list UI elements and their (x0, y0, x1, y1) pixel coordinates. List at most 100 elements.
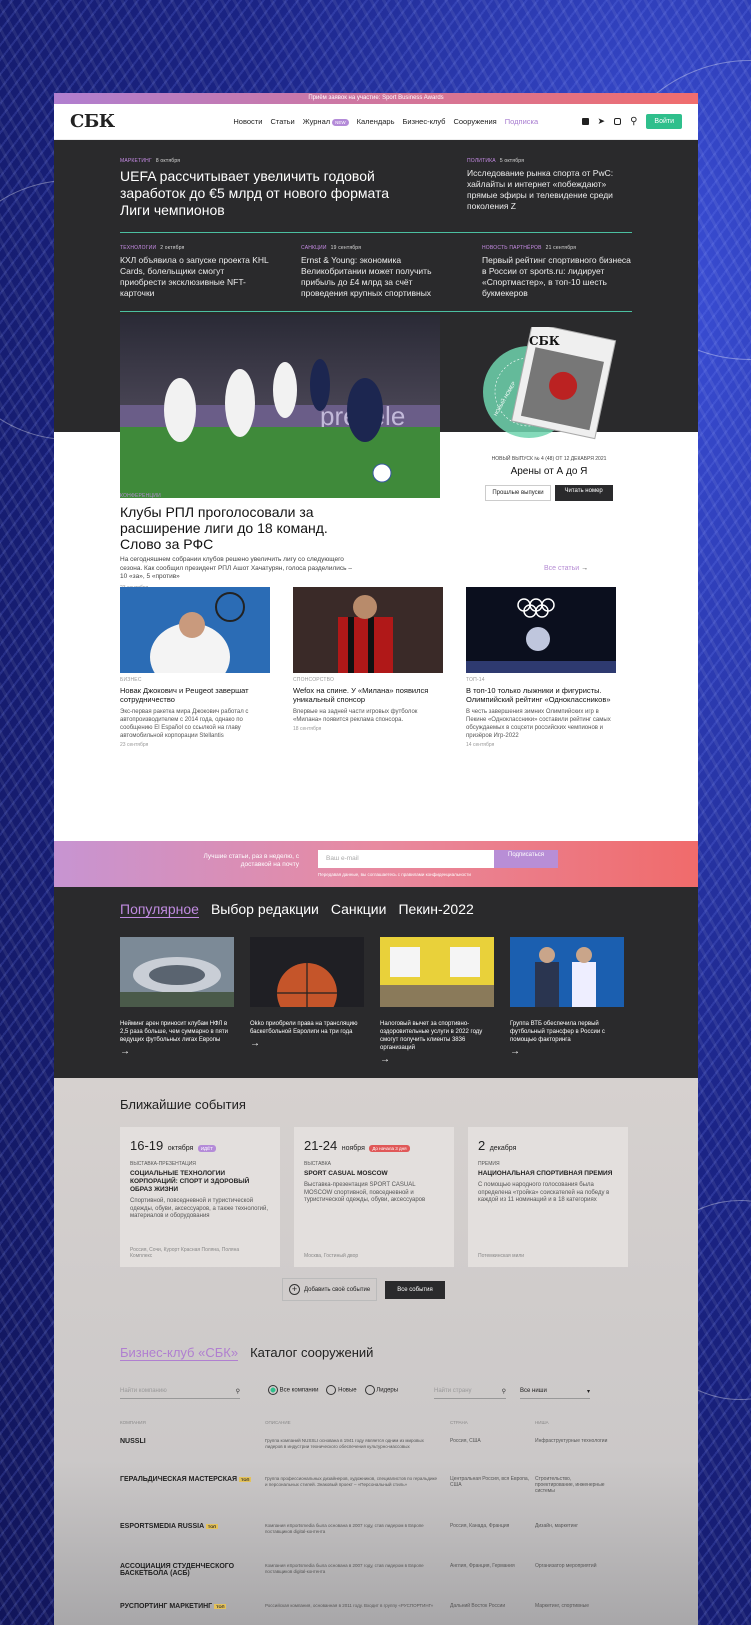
nav-facilities[interactable]: Сооружения (453, 117, 496, 126)
chevron-down-icon: ▾ (586, 1389, 590, 1395)
article-date: 18 сентября (293, 726, 322, 732)
popular-item[interactable]: Okko приобрели права на трансляцию баске… (250, 937, 364, 1049)
arrow-right-icon: → (510, 1046, 520, 1057)
popular-item[interactable]: Группа ВТБ обеспечила первый футбольный … (510, 937, 624, 1057)
table-row[interactable]: ESPORTSMEDIA RUSSIA ТОП Компания eSports… (120, 1523, 610, 1535)
event-month: октября (167, 1145, 194, 1152)
article-date: 23 сентября (120, 742, 149, 748)
table-row[interactable]: РУСПОРТИНГ МАРКЕТИНГ ТОП Российская комп… (120, 1603, 610, 1610)
col-niche: Ниша (535, 1420, 549, 1425)
article-date: 14 сентября (466, 742, 495, 748)
event-days: 21-24 (304, 1138, 338, 1153)
company-desc: Группа компаний NUSSLI основана в 1941 г… (265, 1438, 424, 1449)
nav-calendar[interactable]: Календарь (357, 117, 395, 126)
event-card[interactable]: 16-19 октября ИДЁТ Выставка-презентация … (120, 1127, 280, 1267)
newsletter-bar: Лучшие статьи, раз в неделю, с доставкой… (54, 841, 698, 887)
magazine-cover[interactable]: СБК НОВЫЙ НОМЕР (479, 322, 619, 445)
tab-editors-choice[interactable]: Выбор редакции (211, 901, 319, 918)
top-news-side[interactable]: Политика 5 октября Исследование рынка спо… (467, 158, 632, 219)
tab-sanctions[interactable]: Санкции (331, 901, 387, 918)
company-niche: Строительство, проектирование, инженерны… (535, 1476, 605, 1494)
login-button[interactable]: Войти (646, 114, 682, 129)
niche-select-value: Все ниши (520, 1388, 547, 1394)
nav-subscription[interactable]: Подписка (505, 117, 538, 126)
table-row[interactable]: АССОЦИАЦИЯ СТУДЕНЧЕСКОГО БАСКЕТБОЛА (АСБ… (120, 1563, 610, 1577)
arrow-right-icon: → (250, 1038, 260, 1049)
event-name: НАЦИОНАЛЬНАЯ СПОРТИВНАЯ ПРЕМИЯ (478, 1170, 613, 1177)
vtb-photo (510, 937, 624, 1007)
subscribe-button[interactable]: Подписаться (494, 850, 558, 868)
top-badge: ТОП (205, 1524, 219, 1529)
popular-title: Налоговый вычет за спортивно-оздоровител… (380, 1021, 483, 1051)
country-search-input[interactable]: Найти страну ⚲ (434, 1383, 506, 1399)
issue-title: Арены от А до Я (510, 466, 588, 477)
event-place: Россия, Сочи, Курорт Красная Поляна, Пол… (130, 1247, 240, 1259)
nav-journal[interactable]: Журнал NEW (303, 117, 349, 126)
company-name: ГЕРАЛЬДИЧЕСКАЯ МАСТЕРСКАЯ (120, 1476, 238, 1483)
promo-bar[interactable]: Приём заявок на участие: Sport Business … (54, 93, 698, 104)
filter-all[interactable]: Все компании (268, 1385, 318, 1395)
headline: UEFA рассчитывает увеличить годовой зара… (120, 168, 390, 218)
company-country: Россия, Канада, Франция (450, 1523, 510, 1529)
past-issues-button[interactable]: Прошлые выпуски (485, 485, 551, 501)
all-events-button[interactable]: Все события (385, 1280, 445, 1299)
company-niche: Маркетинг, спортивные (535, 1603, 590, 1609)
company-desc: Компания eSportsmedia была основана в 20… (265, 1523, 424, 1534)
niche-select[interactable]: Все ниши ▾ (520, 1383, 590, 1399)
arrow-right-icon: → (380, 1054, 390, 1065)
company-search-input[interactable]: Найти компанию ⚲ (120, 1383, 240, 1399)
facebook-icon[interactable] (581, 118, 589, 125)
hero-text[interactable]: Конференции Клубы РПЛ проголосовали за р… (120, 493, 360, 591)
site-header: СБК Новости Статьи Журнал NEW Календарь Б… (54, 104, 698, 140)
article-card[interactable]: Спонсорство Wefox на спине. У «Милана» п… (293, 587, 443, 748)
email-input[interactable]: Ваш e-mail (318, 850, 494, 868)
nav-articles[interactable]: Статьи (270, 117, 294, 126)
company-country: Дальний Восток России (450, 1603, 506, 1609)
events-section: Ближайшие события 16-19 октября ИДЁТ Выс… (54, 1078, 698, 1625)
event-status-badge: До начала 3 дня (369, 1145, 410, 1152)
article-title: Новак Джокович и Peugeot завершат сотруд… (120, 686, 249, 704)
article-card[interactable]: Топ-14 В топ-10 только лыжники и фигурис… (466, 587, 616, 748)
all-articles-link[interactable]: Все статьи → (544, 565, 588, 572)
tab-popular[interactable]: Популярное (120, 901, 199, 918)
read-issue-button[interactable]: Читать номер (554, 485, 613, 501)
tab-beijing-2022[interactable]: Пекин-2022 (398, 901, 473, 918)
popular-item[interactable]: Нейминг арен приносит клубам НФЛ в 2,5 р… (120, 937, 234, 1057)
add-event-button[interactable]: + Добавить своё событие (282, 1278, 378, 1301)
date-label: 21 сентября (545, 245, 577, 251)
site-logo[interactable]: СБК (70, 111, 190, 132)
event-card[interactable]: 21-24 ноября До начала 3 дня Выставка SP… (294, 1127, 454, 1267)
instagram-icon[interactable] (614, 118, 622, 125)
site-page: Приём заявок на участие: Sport Business … (54, 93, 698, 1625)
event-desc: С помощью народного голосования была опр… (478, 1182, 610, 1203)
table-row[interactable]: NUSSLI Группа компаний NUSSLI основана в… (120, 1438, 610, 1450)
news-item[interactable]: Новость партнёров 21 сентября Первый рейт… (482, 245, 632, 299)
tab-facilities-catalog[interactable]: Каталог сооружений (250, 1345, 373, 1361)
search-icon: ⚲ (235, 1389, 240, 1395)
nav-news[interactable]: Новости (233, 117, 262, 126)
basketball-photo (250, 937, 364, 1023)
headline: Ernst & Young: экономика Великобритании … (301, 255, 432, 298)
tab-business-club[interactable]: Бизнес-клуб «СБК» (120, 1345, 239, 1361)
nav-business-club[interactable]: Бизнес-клуб (402, 117, 445, 126)
article-tag: Топ-14 (466, 677, 485, 683)
top-news-lead[interactable]: Маркетинг 8 октября UEFA рассчитывает уве… (120, 158, 420, 219)
filter-leaders[interactable]: Лидеры (364, 1385, 398, 1395)
table-row[interactable]: ГЕРАЛЬДИЧЕСКАЯ МАСТЕРСКАЯ ТОП Группа про… (120, 1476, 610, 1494)
search-icon[interactable]: ⚲ (630, 116, 637, 127)
article-card[interactable]: Бизнес Новак Джокович и Peugeot завершат… (120, 587, 270, 748)
headline: Исследование рынка спорта от PwC: хайлай… (467, 168, 614, 211)
event-type: Выставка-презентация (130, 1161, 196, 1167)
news-item[interactable]: Санкции 19 сентября Ernst & Young: эконом… (301, 245, 451, 299)
popular-item[interactable]: Налоговый вычет за спортивно-оздоровител… (380, 937, 494, 1065)
new-badge: NEW (332, 118, 349, 126)
event-card[interactable]: 2 декабря Премия НАЦИОНАЛЬНАЯ СПОРТИВНАЯ… (468, 1127, 628, 1267)
telegram-icon[interactable]: ➤ (598, 116, 606, 127)
hero-image[interactable]: precele (120, 315, 440, 498)
filter-new[interactable]: Новые (326, 1385, 357, 1395)
company-country: Центральная Россия, вся Европа, США (450, 1476, 530, 1488)
news-item[interactable]: Технологии 2 октября КХЛ объявила о запус… (120, 245, 270, 299)
event-name: SPORT CASUAL MOSCOW (304, 1170, 388, 1177)
event-status-badge: ИДЁТ (197, 1145, 216, 1152)
article-title: Wefox на спине. У «Милана» появился уник… (293, 686, 429, 704)
